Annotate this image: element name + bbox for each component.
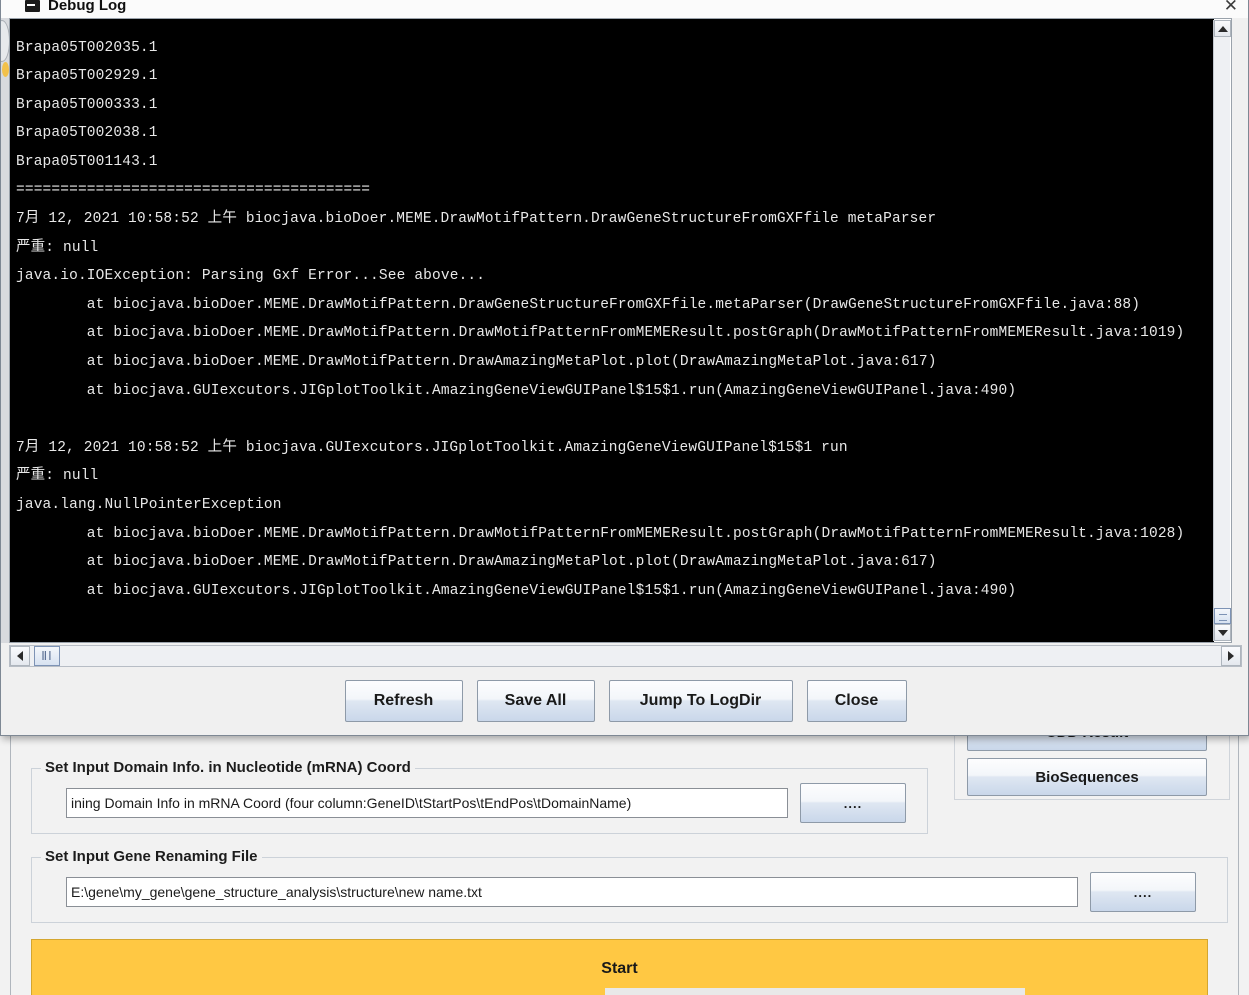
dialog-title-bar[interactable]: Debug Log ✕ <box>1 0 1248 18</box>
log-horizontal-scrollbar[interactable]: ⅡⅠ <box>9 645 1242 667</box>
close-button[interactable]: Close <box>806 680 907 722</box>
log-vertical-scrollbar[interactable] <box>1213 20 1231 641</box>
log-window-icon <box>25 0 40 12</box>
bottom-accent-strip <box>75 988 605 995</box>
triangle-up-icon <box>1217 25 1228 32</box>
dialog-button-bar: Refresh Save All Jump To LogDir Close <box>1 677 1249 725</box>
gutter-marker-icon <box>2 62 9 77</box>
log-viewport: Brapa05T002035.1 Brapa05T002929.1 Brapa0… <box>9 18 1232 643</box>
triangle-right-icon <box>1228 651 1234 661</box>
domain-info-group-panel: Set Input Domain Info. in Nucleotide (mR… <box>31 759 928 834</box>
scroll-down-arrow-icon[interactable] <box>1214 624 1231 641</box>
vertical-scrollbar-thumb[interactable] <box>1214 608 1231 624</box>
gene-renaming-group-panel: Set Input Gene Renaming File E:\gene\my_… <box>31 848 1228 923</box>
bottom-filler-strip <box>605 988 1025 995</box>
horizontal-scrollbar-thumb[interactable]: ⅡⅠ <box>34 646 60 666</box>
triangle-left-icon <box>17 651 23 661</box>
scroll-left-arrow-icon[interactable] <box>10 646 30 666</box>
close-icon[interactable]: ✕ <box>1224 0 1242 16</box>
scroll-right-arrow-icon[interactable] <box>1221 646 1241 666</box>
gene-renaming-file-input[interactable]: E:\gene\my_gene\gene_structure_analysis\… <box>66 877 1078 907</box>
domain-info-input[interactable]: ining Domain Info in mRNA Coord (four co… <box>66 788 788 818</box>
domain-info-group-title: Set Input Domain Info. in Nucleotide (mR… <box>41 759 415 776</box>
domain-info-browse-button[interactable]: .... <box>800 783 906 823</box>
save-all-button[interactable]: Save All <box>476 680 595 722</box>
gene-renaming-group-title: Set Input Gene Renaming File <box>41 848 262 865</box>
debug-log-dialog: Debug Log ✕ Brapa05T002035.1 Brapa05T002… <box>0 0 1249 736</box>
refresh-button[interactable]: Refresh <box>344 680 463 722</box>
log-text-content: Brapa05T002035.1 Brapa05T002929.1 Brapa0… <box>16 39 1185 599</box>
triangle-down-icon <box>1217 629 1228 636</box>
gene-renaming-browse-button[interactable]: .... <box>1090 872 1196 912</box>
log-scroll-pane[interactable]: Brapa05T002035.1 Brapa05T002929.1 Brapa0… <box>10 19 1214 642</box>
start-button[interactable]: Start <box>31 939 1208 995</box>
jump-to-logdir-button[interactable]: Jump To LogDir <box>608 680 793 722</box>
scroll-up-arrow-icon[interactable] <box>1214 20 1231 37</box>
dialog-title: Debug Log <box>48 0 127 14</box>
biosequences-button[interactable]: BioSequences <box>967 758 1207 796</box>
